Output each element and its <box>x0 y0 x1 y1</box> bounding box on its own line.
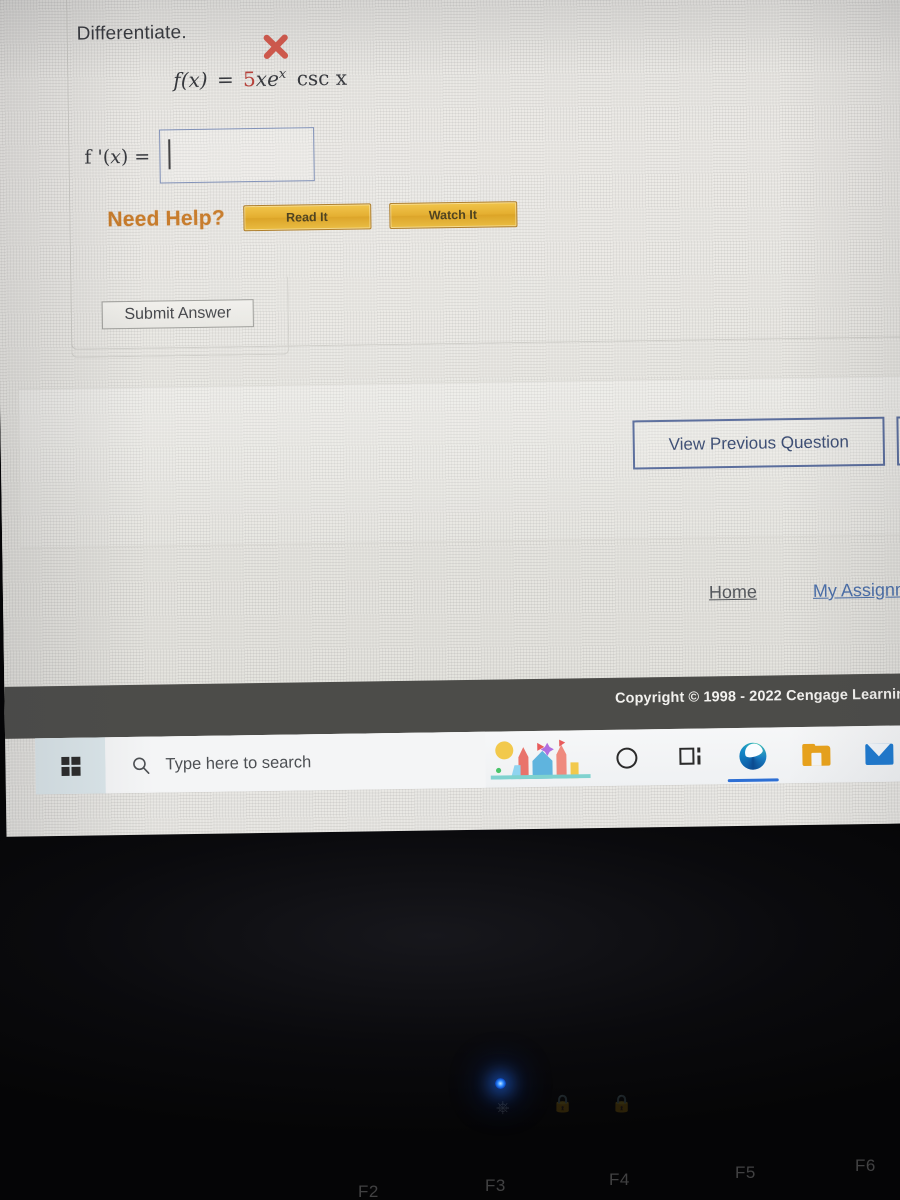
submit-answer-button[interactable]: Submit Answer <box>101 299 254 330</box>
start-button[interactable] <box>35 737 106 795</box>
incorrect-x-icon <box>263 34 289 59</box>
power-led-indicator <box>495 1078 506 1089</box>
taskbar-search-box[interactable]: Type here to search <box>105 731 486 794</box>
search-icon <box>133 756 150 774</box>
edge-icon[interactable] <box>721 727 785 784</box>
view-previous-question-button[interactable]: View Previous Question <box>632 416 886 470</box>
photo-of-laptop-screen: ⎈ 🔒 🔒 F2 F3 F4 F5 F6 Differentiate. f(x)… <box>0 0 900 1200</box>
formula-body: xe <box>255 66 280 92</box>
watch-it-button[interactable]: Watch It <box>388 201 518 230</box>
function-formula: f(x) = 5xex csc x <box>173 66 347 93</box>
windows-logo-icon <box>60 756 81 776</box>
cortana-icon[interactable] <box>595 729 659 786</box>
need-help-label: Need Help? <box>107 206 226 232</box>
formula-lhs: f(x) <box>173 67 208 93</box>
formula-exponent: x <box>278 66 287 83</box>
mail-icon[interactable] <box>847 725 900 782</box>
answer-input[interactable] <box>158 127 315 184</box>
cortana-ring-glyph <box>616 746 638 769</box>
view-next-question-button[interactable]: View Next Question <box>896 414 900 466</box>
key-f5[interactable]: F5 <box>735 1163 756 1183</box>
text-caret <box>167 139 171 170</box>
num-lock-icon: 🔒 <box>611 1094 633 1114</box>
copyright-text: Copyright © 1998 - 2022 Cengage Learning… <box>614 686 900 707</box>
task-view-glyph <box>678 746 701 766</box>
key-f4[interactable]: F4 <box>609 1170 630 1190</box>
formula-coefficient: 5 <box>242 67 256 92</box>
caps-lock-icon: 🔒 <box>552 1094 574 1114</box>
my-assignments-link[interactable]: My Assignme <box>813 579 900 602</box>
key-f6[interactable]: F6 <box>855 1156 876 1176</box>
key-f3[interactable]: F3 <box>485 1176 506 1196</box>
edge-logo-glyph <box>739 742 767 770</box>
read-it-button[interactable]: Read It <box>242 203 372 232</box>
formula-equals: = <box>216 67 234 92</box>
answer-row: f '(x) = <box>84 127 315 184</box>
key-f2[interactable]: F2 <box>358 1182 379 1200</box>
envelope-glyph <box>864 743 894 765</box>
home-link[interactable]: Home <box>709 582 757 604</box>
monitor-screen: Differentiate. f(x) = 5xex csc x f '(x) … <box>0 0 900 837</box>
search-placeholder-text: Type here to search <box>165 752 312 773</box>
task-view-icon[interactable] <box>658 728 722 785</box>
folder-glyph <box>801 743 831 766</box>
answer-label: f '(x) = <box>84 145 151 169</box>
file-explorer-icon[interactable] <box>784 726 848 783</box>
widgets-castle-icon[interactable] <box>485 730 596 788</box>
widgets-castle-glyph <box>490 739 591 780</box>
question-prompt: Differentiate. <box>76 22 187 45</box>
formula-trailing: csc x <box>296 65 348 91</box>
power-icon: ⎈ <box>496 1098 510 1118</box>
